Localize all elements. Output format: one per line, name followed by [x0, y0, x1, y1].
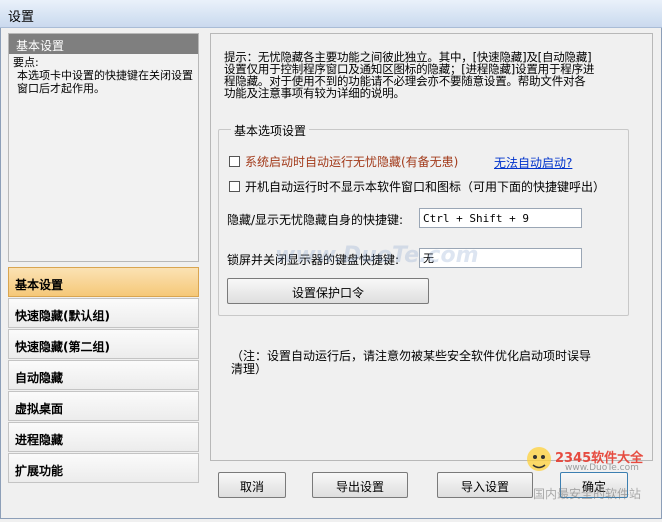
nav-item-extensions[interactable]: 扩展功能 [8, 453, 199, 483]
group-title: 基本选项设置 [231, 122, 310, 139]
nav-item-quickhide-default[interactable]: 快速隐藏(默认组) [8, 298, 199, 328]
logo-url: www.DuoTe.com [565, 463, 639, 473]
import-settings-button[interactable]: 导入设置 [437, 472, 533, 498]
nav-item-process-hide[interactable]: 进程隐藏 [8, 422, 199, 452]
title-bar: 设置 [0, 0, 662, 28]
info-label: 要点: [13, 56, 39, 69]
set-password-button[interactable]: 设置保护口令 [227, 278, 429, 304]
autostart-label: 系统启动时自动运行无忧隐藏(有备无患) [245, 155, 459, 169]
hint-text: 提示：无忧隐藏各主要功能之间彼此独立。其中，[快速隐藏]及[自动隐藏]设置仅用于… [224, 50, 595, 100]
basic-options-group: 基本选项设置 系统启动时自动运行无忧隐藏(有备无患) 无法自动启动? 开机自动运… [218, 122, 629, 316]
autostart-help-link[interactable]: 无法自动启动? [494, 154, 572, 171]
nav-item-quickhide-second[interactable]: 快速隐藏(第二组) [8, 329, 199, 359]
export-settings-button[interactable]: 导出设置 [312, 472, 408, 498]
info-panel: 基本设置 要点: 本选项卡中设置的快捷键在关闭设置窗口后才起作用。 [8, 33, 199, 262]
nav-item-autohide[interactable]: 自动隐藏 [8, 360, 199, 390]
logo-slogan: 国内最安全的软件站 [533, 487, 642, 501]
info-panel-text: 要点: 本选项卡中设置的快捷键在关闭设置窗口后才起作用。 [9, 56, 198, 95]
cancel-button[interactable]: 取消 [218, 472, 286, 498]
info-body: 本选项卡中设置的快捷键在关闭设置窗口后才起作用。 [17, 69, 193, 95]
watermark-text: www.DuoTe.com [275, 243, 479, 268]
info-panel-header: 基本设置 [9, 34, 198, 54]
autostart-note: （注：设置自动运行后，请注意勿被某些安全软件优化启动项时误导清理） [231, 349, 592, 376]
hotkey-input[interactable] [419, 208, 582, 228]
window-title: 设置 [8, 10, 35, 25]
site-logo-watermark: 2345软件大全 www.DuoTe.com 国内最安全的软件站 [525, 425, 660, 519]
hide-window-checkbox[interactable] [229, 181, 240, 192]
nav-item-basic[interactable]: 基本设置 [8, 267, 199, 297]
hide-window-label: 开机自动运行时不显示本软件窗口和图标（可用下面的快捷键呼出） [245, 180, 606, 194]
hotkey-label: 隐藏/显示无忧隐藏自身的快捷键: [227, 213, 404, 227]
nav-item-virtual-desktop[interactable]: 虚拟桌面 [8, 391, 199, 421]
autostart-checkbox[interactable] [229, 156, 240, 167]
settings-nav: 基本设置 快速隐藏(默认组) 快速隐藏(第二组) 自动隐藏 虚拟桌面 进程隐藏 … [8, 267, 199, 485]
